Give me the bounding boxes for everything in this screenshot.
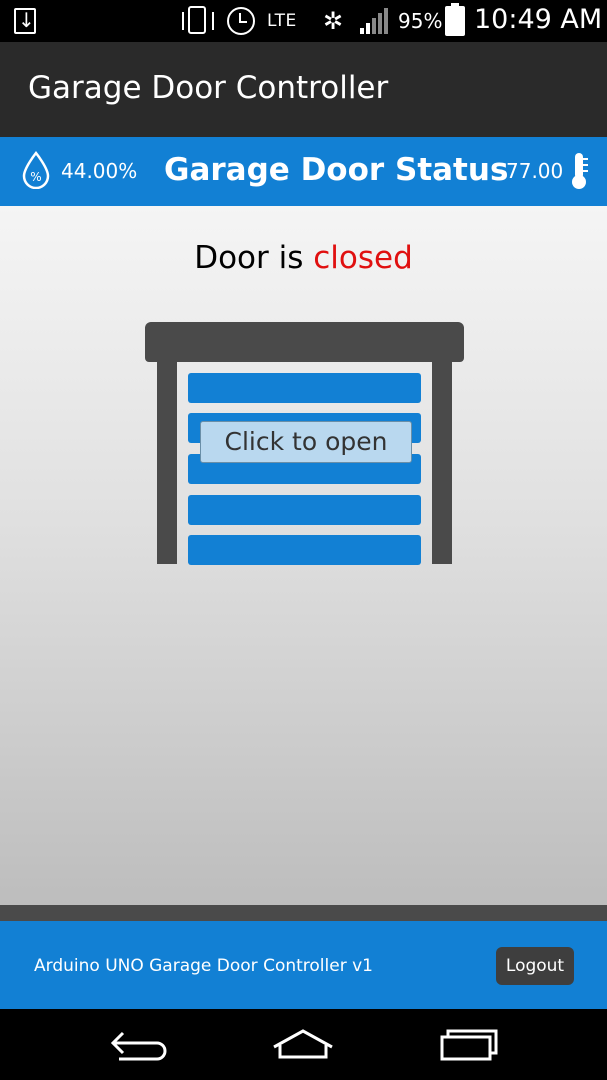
- logout-button[interactable]: Logout: [496, 947, 574, 985]
- nfc-icon: ✲: [322, 7, 344, 35]
- humidity-drop-icon: %: [22, 151, 50, 189]
- network-type: LTE: [267, 11, 297, 31]
- temperature-value: 77.00: [506, 159, 564, 183]
- vibrate-icon: [212, 12, 215, 30]
- footer-divider: [0, 905, 607, 921]
- main-content: Door is closed Click to open: [0, 206, 607, 905]
- battery-icon: [445, 3, 465, 36]
- status-bar: LTE ✲ 95% 10:49 AM: [0, 0, 607, 42]
- door-status-prefix: Door is: [194, 240, 314, 276]
- open-door-button[interactable]: Click to open: [200, 421, 412, 463]
- garage-post-right: [432, 352, 452, 564]
- door-state: closed: [313, 240, 413, 276]
- footer: Arduino UNO Garage Door Controller v1 Lo…: [0, 921, 607, 1009]
- door-panel: [188, 373, 421, 403]
- home-icon[interactable]: [268, 1023, 338, 1067]
- status-header: % 44.00% Garage Door Status 77.00: [0, 137, 607, 206]
- door-panel: [188, 535, 421, 565]
- back-icon[interactable]: [105, 1023, 175, 1067]
- humidity-symbol: %: [30, 170, 41, 184]
- door-panel: [188, 495, 421, 525]
- thermometer-icon: [572, 153, 588, 189]
- signal-icon: [360, 8, 388, 34]
- navigation-bar: [0, 1009, 607, 1080]
- recent-apps-icon[interactable]: [432, 1023, 502, 1067]
- battery-percent: 95%: [398, 9, 443, 33]
- footer-text: Arduino UNO Garage Door Controller v1: [34, 956, 373, 976]
- alarm-icon: [227, 7, 255, 35]
- clock: 10:49 AM: [474, 4, 603, 35]
- humidity-value: 44.00%: [61, 159, 138, 183]
- app-bar: Garage Door Controller: [0, 42, 607, 137]
- status-title: Garage Door Status: [164, 152, 509, 188]
- garage-roof: [145, 322, 464, 362]
- download-icon: [14, 8, 36, 34]
- app-title: Garage Door Controller: [28, 70, 389, 106]
- door-status-text: Door is closed: [0, 240, 607, 276]
- garage-post-left: [157, 352, 177, 564]
- vibrate-icon: [182, 12, 185, 30]
- phone-vibrate-icon: [188, 6, 206, 34]
